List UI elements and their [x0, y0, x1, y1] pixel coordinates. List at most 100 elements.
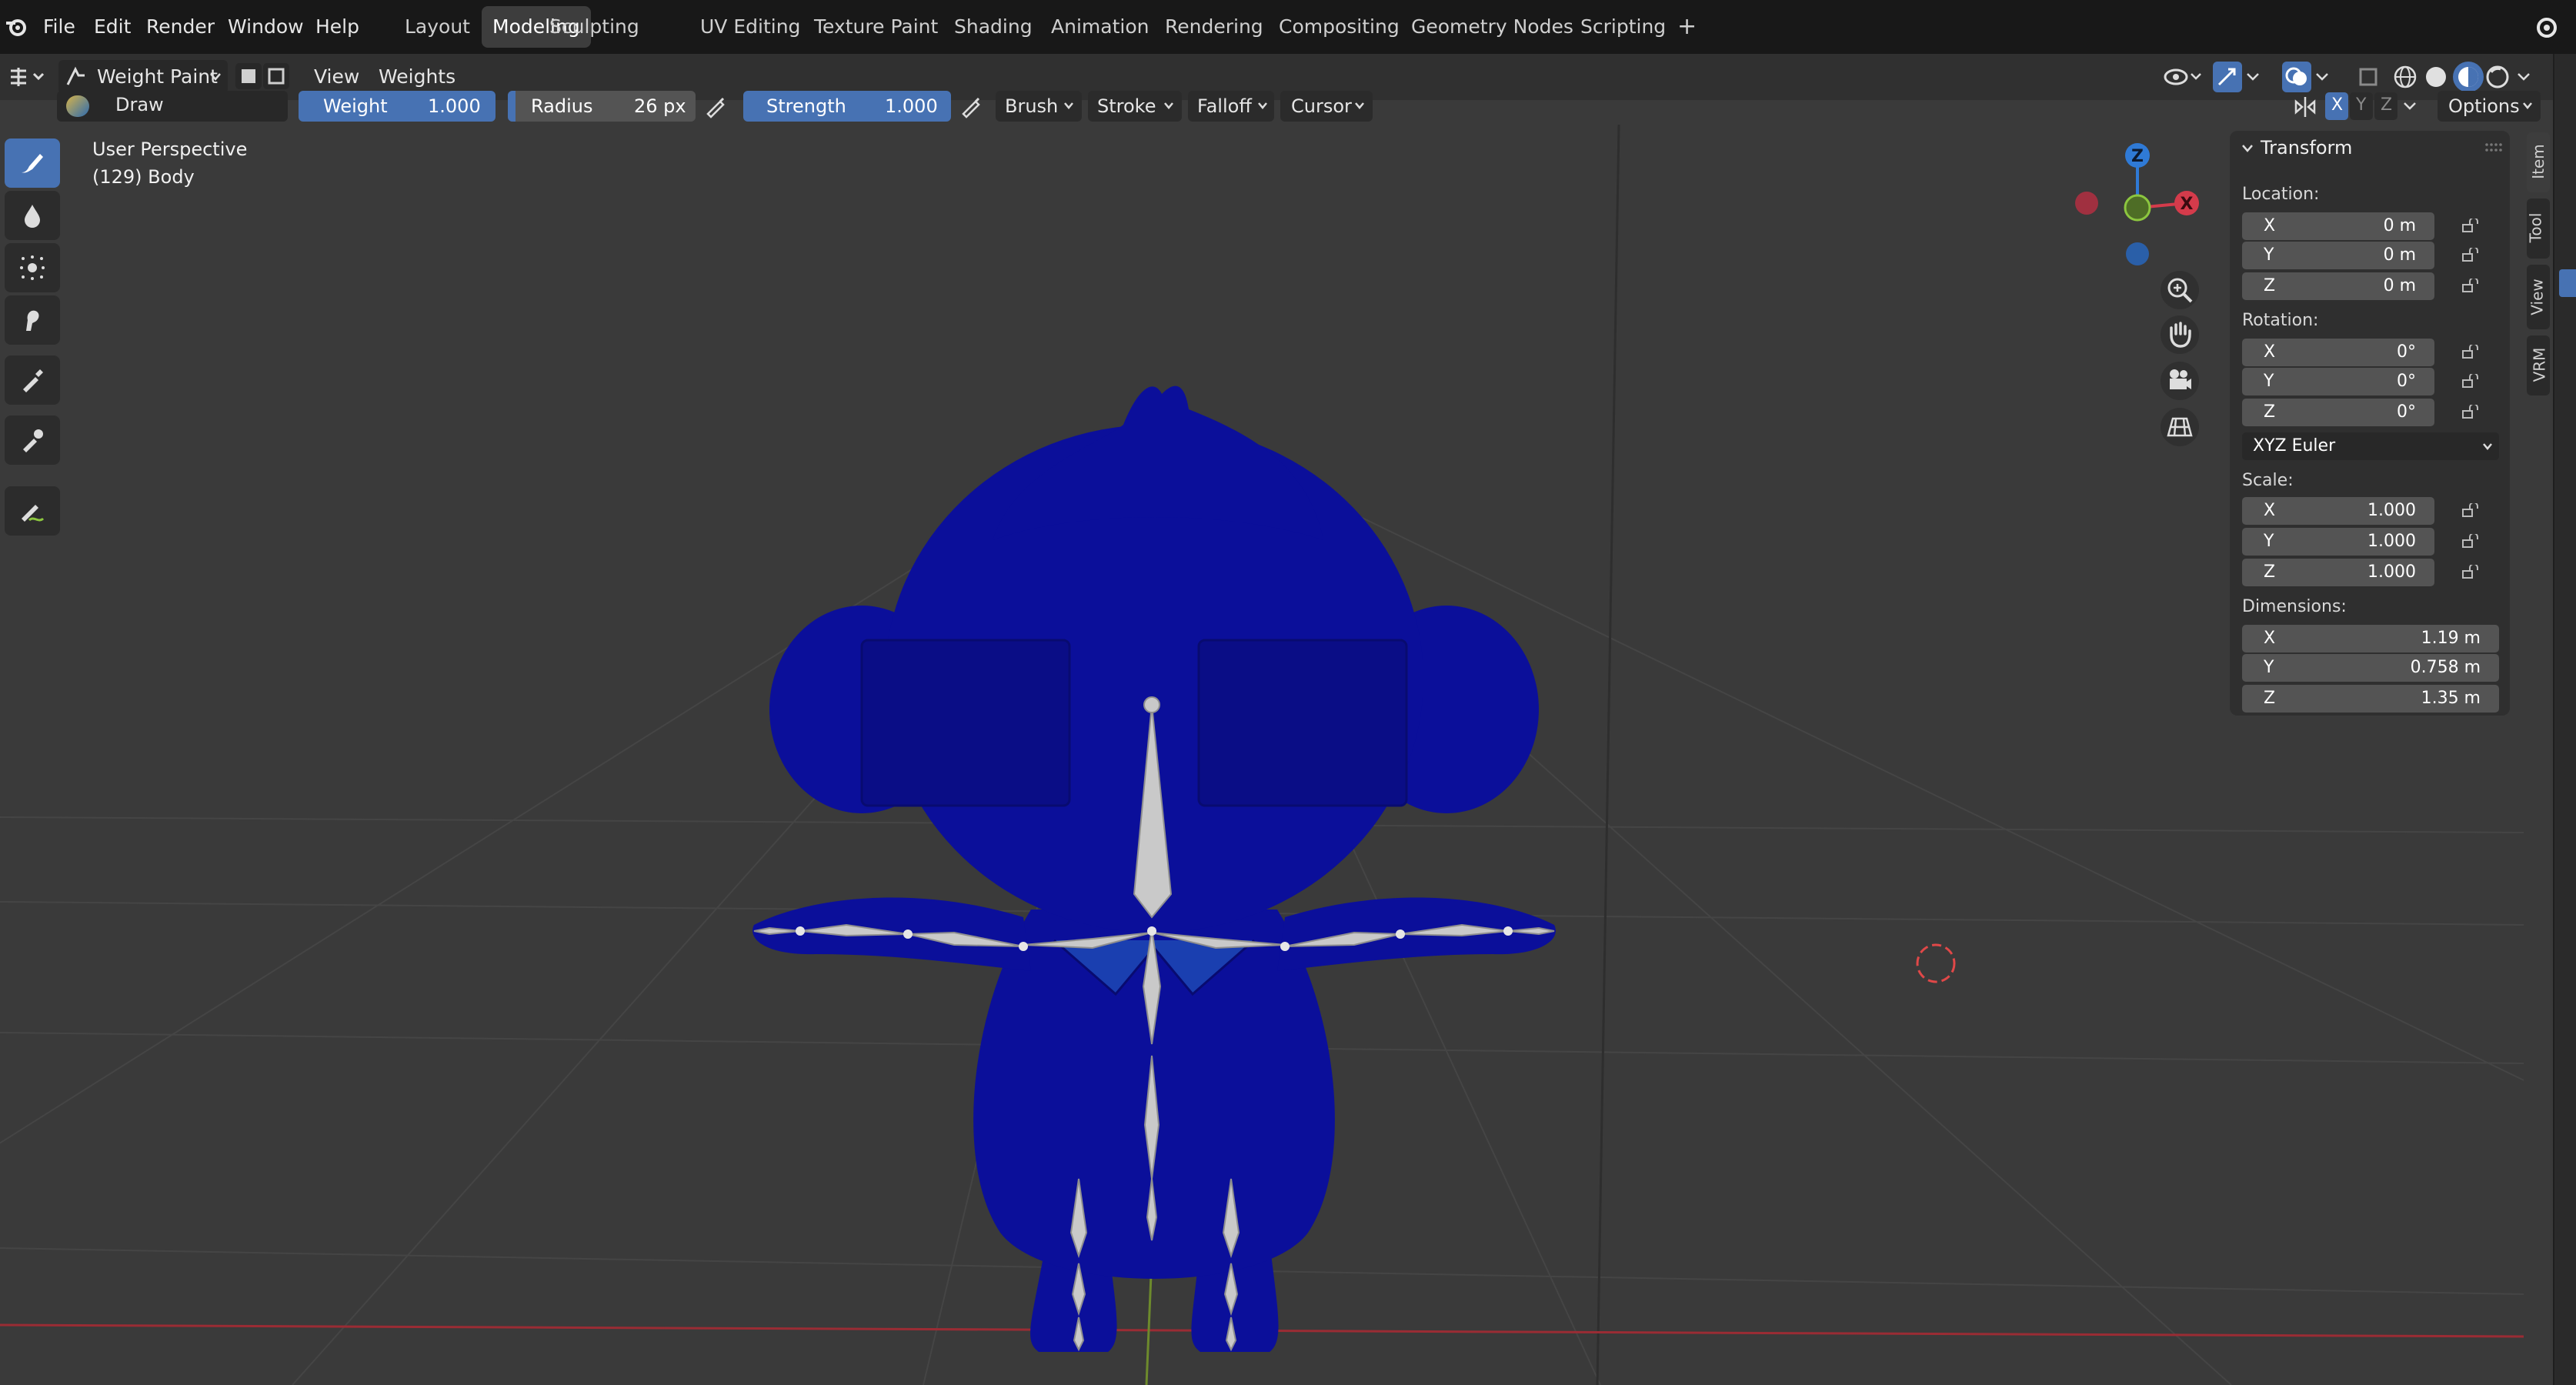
- overlays-options-chevron-icon[interactable]: [2314, 69, 2330, 85]
- lock-location-z-icon[interactable]: [2462, 279, 2479, 292]
- overlays-toggle-icon[interactable]: [2282, 62, 2311, 92]
- navigation-gizmo[interactable]: Z X: [2070, 138, 2213, 269]
- options-dropdown[interactable]: Options: [2438, 91, 2541, 122]
- tab-geometry-nodes[interactable]: Geometry Nodes: [1400, 6, 1584, 48]
- mode-dropdown[interactable]: Weight Paint: [58, 60, 228, 94]
- tab-shading[interactable]: Shading: [943, 6, 1043, 48]
- tab-item[interactable]: Item: [2527, 132, 2550, 192]
- wireframe-shading-icon[interactable]: [2391, 63, 2419, 91]
- rotation-y-value: 0°: [2397, 372, 2416, 391]
- tab-view[interactable]: View: [2527, 265, 2550, 329]
- tab-tool-label: Tool: [2526, 212, 2545, 243]
- tab-sculpting[interactable]: Sculpting: [539, 6, 650, 48]
- transform-panel-title[interactable]: Transform: [2261, 137, 2352, 159]
- rotation-x-field[interactable]: X 0°: [2242, 339, 2434, 366]
- material-preview-shading-icon[interactable]: [2453, 62, 2484, 92]
- location-z-field[interactable]: Z 0 m: [2242, 272, 2434, 300]
- adjacent-editor-icon[interactable]: [2559, 269, 2576, 297]
- lock-rotation-z-icon[interactable]: [2462, 405, 2479, 419]
- pan-hand-icon[interactable]: [2161, 315, 2199, 354]
- menu-edit[interactable]: Edit: [94, 0, 131, 54]
- symmetry-chevron-icon[interactable]: [2402, 98, 2418, 114]
- panel-drag-handle-icon[interactable]: [2484, 142, 2502, 152]
- location-y-field[interactable]: Y 0 m: [2242, 242, 2434, 269]
- tab-vrm[interactable]: VRM: [2527, 335, 2550, 395]
- menu-window[interactable]: Window: [228, 0, 304, 54]
- gradient-tool-button[interactable]: [5, 355, 60, 405]
- draw-tool-button[interactable]: [5, 138, 60, 188]
- radius-field[interactable]: Radius 26 px: [508, 91, 696, 122]
- restrict-faces-icon[interactable]: [235, 63, 262, 89]
- restrict-vertices-icon[interactable]: [263, 63, 289, 89]
- dimensions-y-value: 0.758 m: [2410, 658, 2481, 677]
- rotation-z-field[interactable]: Z 0°: [2242, 399, 2434, 426]
- sample-weight-tool-button[interactable]: [5, 416, 60, 465]
- neg-x-axis-icon: [2075, 192, 2098, 215]
- strength-field[interactable]: Strength 1.000: [743, 91, 951, 122]
- location-y-value: 0 m: [2383, 245, 2416, 265]
- rotation-mode-dropdown[interactable]: XYZ Euler: [2242, 432, 2499, 460]
- dimensions-x-field[interactable]: X 1.19 m: [2242, 625, 2499, 652]
- editor-type-icon[interactable]: [8, 65, 45, 89]
- zoom-icon[interactable]: [2161, 271, 2199, 309]
- symmetry-z-button[interactable]: Z: [2374, 92, 2397, 120]
- chevron-down-icon: [1355, 102, 1364, 109]
- rotation-y-field[interactable]: Y 0°: [2242, 368, 2434, 395]
- shading-options-chevron-icon[interactable]: [2516, 69, 2531, 85]
- symmetry-x-button[interactable]: X: [2325, 92, 2348, 120]
- brush-selector[interactable]: Draw: [57, 91, 288, 122]
- solid-shading-icon[interactable]: [2422, 63, 2450, 91]
- tab-layout[interactable]: Layout: [394, 6, 481, 48]
- annotate-tool-button[interactable]: [5, 486, 60, 536]
- menu-help[interactable]: Help: [315, 0, 359, 54]
- viewport-scene[interactable]: [0, 125, 2524, 1385]
- lock-scale-y-icon[interactable]: [2462, 534, 2479, 548]
- scale-x-field[interactable]: X 1.000: [2242, 497, 2434, 525]
- blur-tool-button[interactable]: [5, 191, 60, 240]
- tab-tool[interactable]: Tool: [2526, 199, 2550, 259]
- average-tool-button[interactable]: [5, 243, 60, 292]
- visibility-icon[interactable]: [2162, 63, 2202, 91]
- scene-icon[interactable]: [2531, 12, 2562, 43]
- lock-scale-z-icon[interactable]: [2462, 565, 2479, 579]
- tab-animation[interactable]: Animation: [1040, 6, 1160, 48]
- rendered-shading-icon[interactable]: [2484, 63, 2511, 91]
- tab-texture-paint[interactable]: Texture Paint: [803, 6, 949, 48]
- tab-rendering[interactable]: Rendering: [1154, 6, 1274, 48]
- camera-view-icon[interactable]: [2161, 362, 2199, 400]
- ortho-grid-icon[interactable]: [2161, 408, 2199, 446]
- tab-scripting[interactable]: Scripting: [1570, 6, 1677, 48]
- cursor-dropdown[interactable]: Cursor: [1280, 91, 1373, 122]
- symmetry-x-label: X: [2331, 95, 2344, 115]
- mirror-icon[interactable]: [2291, 94, 2319, 120]
- xray-toggle-icon[interactable]: [2354, 63, 2382, 91]
- dimensions-z-field[interactable]: Z 1.35 m: [2242, 685, 2499, 713]
- lock-rotation-x-icon[interactable]: [2462, 345, 2479, 359]
- menu-render[interactable]: Render: [146, 0, 215, 54]
- symmetry-y-button[interactable]: Y: [2350, 92, 2373, 120]
- brush-dropdown[interactable]: Brush: [996, 91, 1082, 122]
- scale-z-field[interactable]: Z 1.000: [2242, 559, 2434, 586]
- lock-rotation-y-icon[interactable]: [2462, 374, 2479, 388]
- tab-compositing[interactable]: Compositing: [1268, 6, 1410, 48]
- smear-tool-button[interactable]: [5, 295, 60, 345]
- gizmo-options-chevron-icon[interactable]: [2245, 69, 2261, 85]
- lock-location-y-icon[interactable]: [2462, 248, 2479, 262]
- stroke-dropdown[interactable]: Stroke: [1088, 91, 1182, 122]
- weight-field[interactable]: Weight 1.000: [299, 91, 496, 122]
- lock-scale-x-icon[interactable]: [2462, 503, 2479, 517]
- gizmo-toggle-icon[interactable]: [2213, 62, 2242, 92]
- location-x-field[interactable]: X 0 m: [2242, 212, 2434, 240]
- dimensions-y-field[interactable]: Y 0.758 m: [2242, 654, 2499, 682]
- panel-collapse-chevron-icon[interactable]: [2241, 142, 2254, 155]
- menu-file[interactable]: File: [43, 0, 75, 54]
- strength-pressure-icon[interactable]: [957, 92, 985, 120]
- scale-y-field[interactable]: Y 1.000: [2242, 528, 2434, 556]
- tab-uv-editing[interactable]: UV Editing: [689, 6, 811, 48]
- lock-location-x-icon[interactable]: [2462, 219, 2479, 232]
- radius-pressure-icon[interactable]: [702, 92, 729, 120]
- falloff-dropdown[interactable]: Falloff: [1188, 91, 1274, 122]
- blender-logo-icon[interactable]: [5, 15, 28, 38]
- add-workspace-button[interactable]: +: [1667, 6, 1707, 48]
- dimensions-x-value: 1.19 m: [2421, 629, 2481, 648]
